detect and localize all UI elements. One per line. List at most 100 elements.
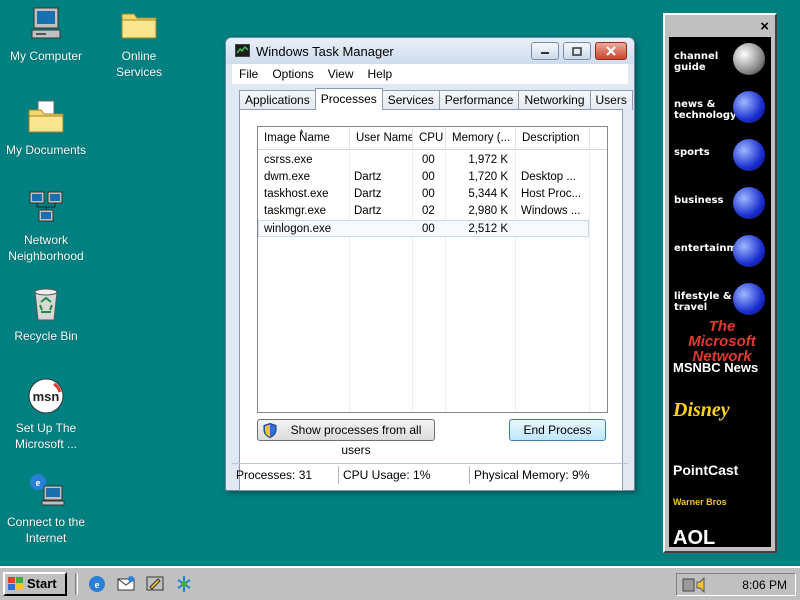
cell-memory: 1,720 K: [468, 171, 508, 183]
channel-label: entertainment: [674, 243, 756, 254]
business-orb-icon: [733, 187, 765, 219]
channel-business-button[interactable]: business: [669, 181, 771, 227]
channel-label: lifestyle & travel: [674, 291, 732, 313]
cell-description: [521, 221, 587, 238]
process-row[interactable]: csrss.exe 00 1,972 K: [258, 152, 589, 169]
desktop-icon-label: My Computer: [9, 49, 83, 63]
menu-options[interactable]: Options: [265, 64, 320, 84]
desktop-icon-label: Set Up The: [15, 421, 77, 435]
column-memory[interactable]: Memory (...: [446, 127, 516, 150]
column-label: Description: [522, 132, 580, 144]
desktop-icon-my-computer[interactable]: My Computer: [0, 4, 92, 64]
cell-description: Desktop ...: [521, 171, 576, 183]
cell-memory: 5,344 K: [468, 188, 508, 200]
cell-cpu: 00: [422, 171, 435, 183]
cell-cpu: 00: [422, 154, 435, 166]
cell-user-name: [354, 221, 410, 238]
outlook-express-icon[interactable]: [116, 574, 136, 594]
desktop-icon-label: Neighborhood: [8, 249, 84, 263]
msn-channel-logo[interactable]: The Microsoft Network: [673, 319, 771, 364]
desktop-icon-label: Internet: [25, 531, 67, 545]
desktop-icon-recycle-bin[interactable]: Recycle Bin: [0, 284, 92, 344]
status-cpu-usage: CPU Usage: 1%: [339, 465, 470, 484]
pointcast-logo[interactable]: PointCast: [673, 462, 738, 478]
cell-image-name: dwm.exe: [264, 171, 311, 183]
aol-logo[interactable]: AOL: [673, 527, 715, 547]
desktop-icon-network-neighborhood[interactable]: Network Neighborhood: [0, 188, 92, 264]
channel-label: channel guide: [674, 51, 719, 73]
column-cpu[interactable]: CPU: [413, 127, 446, 150]
end-process-button[interactable]: End Process: [509, 419, 606, 441]
cell-cpu: 00: [422, 223, 435, 235]
process-row-selected[interactable]: winlogon.exe 00 2,512 K: [258, 220, 589, 237]
menu-help[interactable]: Help: [361, 64, 400, 84]
entertainment-orb-icon: [733, 235, 765, 267]
close-icon: [606, 46, 616, 56]
column-description[interactable]: Description: [516, 127, 590, 150]
channel-guide-button[interactable]: channel guide: [669, 37, 771, 83]
process-list[interactable]: ▲ Image Name User Name CPU Memory (... D…: [257, 126, 608, 413]
menu-view[interactable]: View: [321, 64, 361, 84]
menu-file[interactable]: File: [232, 64, 265, 84]
minimize-button[interactable]: [531, 42, 559, 60]
process-row[interactable]: dwm.exe Dartz 00 1,720 K Desktop ...: [258, 169, 589, 186]
internet-explorer-icon[interactable]: e: [87, 574, 107, 594]
windows-logo-icon: [8, 577, 23, 590]
maximize-button[interactable]: [563, 42, 591, 60]
msnbc-news-logo[interactable]: MSNBC News: [673, 360, 758, 375]
cell-user-name: Dartz: [354, 188, 382, 200]
close-button[interactable]: [595, 42, 627, 60]
desktop-icon-label: Recycle Bin: [14, 329, 78, 343]
desktop-icon-label: Network: [23, 233, 68, 247]
channel-news-button[interactable]: news & technology: [669, 85, 771, 131]
channel-entertainment-button[interactable]: entertainment: [669, 229, 771, 275]
channel-bar: × channel guide news & technology sports…: [663, 13, 777, 553]
desktop-icon-my-documents[interactable]: My Documents: [0, 98, 92, 158]
desktop-icon-connect-internet[interactable]: e Connect to the Internet: [0, 470, 92, 546]
warner-bros-logo[interactable]: Warner Bros: [673, 497, 727, 507]
tab-services[interactable]: Services: [381, 90, 440, 110]
tab-users[interactable]: Users: [589, 90, 633, 110]
tab-networking[interactable]: Networking: [518, 90, 591, 110]
column-label: User Name: [356, 132, 413, 144]
desktop-icon-online-services[interactable]: Online Services: [93, 4, 185, 80]
disney-logo[interactable]: Disney: [673, 399, 730, 422]
news-orb-icon: [733, 91, 765, 123]
channel-sports-button[interactable]: sports: [669, 133, 771, 179]
processes-panel: ▲ Image Name User Name CPU Memory (... D…: [239, 109, 623, 491]
channel-bar-close-icon[interactable]: ×: [760, 19, 769, 34]
show-all-processes-button[interactable]: Show processes from all users: [257, 419, 435, 457]
desktop-icon-label: Services: [115, 65, 162, 79]
cell-description: Host Proc...: [521, 188, 582, 200]
channel-list: channel guide news & technology sports b…: [669, 37, 771, 547]
title-bar[interactable]: Windows Task Manager: [226, 38, 634, 64]
start-button[interactable]: Start: [3, 572, 67, 596]
channel-lifestyle-button[interactable]: lifestyle & travel: [669, 277, 771, 323]
desktop-icon-setup-msn[interactable]: msn Set Up The Microsoft ...: [0, 376, 92, 452]
column-image-name[interactable]: ▲ Image Name: [258, 127, 350, 150]
clock: 8:06 PM: [742, 578, 787, 592]
status-physical-memory: Physical Memory: 9%: [474, 467, 590, 482]
column-user-name[interactable]: User Name: [350, 127, 413, 150]
tab-strip: Applications Processes Services Performa…: [239, 88, 633, 110]
cell-description: [521, 152, 587, 169]
show-all-label: Show processes from all users: [290, 423, 422, 457]
cell-image-name: csrss.exe: [264, 154, 313, 166]
sort-arrow-icon: ▲: [298, 128, 305, 135]
tab-applications[interactable]: Applications: [239, 90, 316, 110]
system-tray: 8:06 PM: [676, 573, 796, 596]
channels-icon[interactable]: [174, 574, 194, 594]
process-row[interactable]: taskmgr.exe Dartz 02 2,980 K Windows ...: [258, 203, 589, 220]
process-row[interactable]: taskhost.exe Dartz 00 5,344 K Host Proc.…: [258, 186, 589, 203]
cell-user-name: [354, 152, 410, 169]
cell-cpu: 00: [422, 188, 435, 200]
end-process-label: End Process: [523, 423, 592, 437]
show-desktop-icon[interactable]: [145, 574, 165, 594]
tab-performance[interactable]: Performance: [438, 90, 520, 110]
msn-icon: msn: [28, 378, 64, 414]
tab-processes[interactable]: Processes: [314, 88, 383, 110]
guide-orb-icon: [733, 43, 765, 75]
recycle-bin-icon: [34, 288, 58, 321]
speaker-volume-icon[interactable]: [682, 577, 710, 593]
maximize-icon: [572, 46, 582, 56]
